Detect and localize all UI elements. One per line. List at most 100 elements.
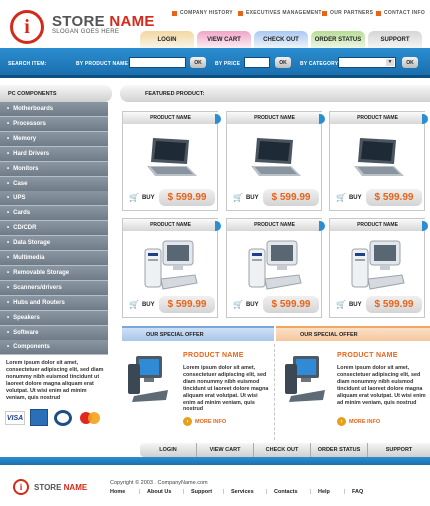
- product-price: $ 599.99: [159, 189, 215, 206]
- sidebar-item[interactable]: • UPS: [0, 191, 108, 207]
- sidebar-item[interactable]: • Data Storage: [0, 236, 108, 252]
- buy-button[interactable]: 🛒 BUY: [129, 300, 155, 309]
- sidebar-item[interactable]: • Multimedia: [0, 251, 108, 266]
- bullet-icon: [172, 10, 177, 16]
- buy-button[interactable]: 🛒 BUY: [336, 193, 362, 202]
- footer-link[interactable]: Help: [318, 489, 330, 495]
- product-card[interactable]: PRODUCT NAME 🛒 BUY $ 599.99: [329, 111, 428, 211]
- cart-icon: 🛒: [129, 300, 139, 309]
- desktop-pc-icon[interactable]: [346, 239, 406, 295]
- product-ok-button[interactable]: OK: [190, 57, 206, 68]
- footer-link[interactable]: Support: [191, 489, 212, 495]
- product-name[interactable]: PRODUCT NAME: [330, 112, 428, 124]
- footer-separator: |: [310, 489, 312, 495]
- bullet-icon: •: [7, 344, 10, 351]
- more-info-link-2[interactable]: › MORE INFO: [337, 417, 380, 426]
- more-info-link-1[interactable]: › MORE INFO: [183, 417, 226, 426]
- price-input[interactable]: [244, 57, 270, 68]
- product-name[interactable]: PRODUCT NAME: [227, 219, 325, 231]
- sidebar-item[interactable]: • Hard Drivers: [0, 146, 108, 162]
- bottom-nav-view-cart[interactable]: VIEW CART: [197, 443, 254, 457]
- desktop-pc-icon[interactable]: [139, 239, 199, 295]
- product-card[interactable]: PRODUCT NAME 🛒 BUY $ 599.99: [122, 218, 221, 318]
- footer-link[interactable]: FAQ: [352, 489, 363, 495]
- sidebar-item-label: Removable Storage: [13, 269, 70, 276]
- sidebar-item[interactable]: • Software: [0, 325, 108, 341]
- sidebar-item[interactable]: • Case: [0, 176, 108, 192]
- tab-support[interactable]: SUPPORT: [368, 31, 422, 48]
- sidebar-item[interactable]: • Memory: [0, 131, 108, 147]
- sidebar-item-label: Processors: [13, 120, 46, 127]
- bullet-icon: •: [7, 255, 10, 261]
- sidebar-item[interactable]: • Components: [0, 340, 108, 356]
- sidebar-item[interactable]: • Cards: [0, 206, 108, 222]
- category-ok-button[interactable]: OK: [402, 57, 418, 68]
- tab-check-out[interactable]: CHECK OUT: [254, 31, 308, 48]
- top-link-company-history[interactable]: COMPANY HISTORY: [172, 10, 233, 16]
- price-ok-button[interactable]: OK: [275, 57, 291, 68]
- top-link-executives[interactable]: EXECUTIVES MANAGEMENT: [238, 10, 322, 16]
- product-name-input[interactable]: [129, 57, 186, 68]
- top-link-contact[interactable]: CONTACT INFO: [376, 10, 425, 16]
- bullet-icon: •: [7, 269, 10, 276]
- offer-product-name-2[interactable]: PRODUCT NAME: [337, 352, 398, 359]
- by-price-label: BY PRICE: [215, 61, 241, 67]
- laptop-icon[interactable]: [350, 136, 406, 182]
- bottom-nav-login[interactable]: LOGIN: [140, 443, 197, 457]
- sidebar-item[interactable]: • Hubs and Routers: [0, 295, 108, 311]
- product-name[interactable]: PRODUCT NAME: [227, 112, 325, 124]
- buy-button[interactable]: 🛒 BUY: [233, 193, 259, 202]
- footer-link[interactable]: About Us: [147, 489, 171, 495]
- tab-login[interactable]: LOGIN: [140, 31, 194, 48]
- bottom-nav-check-out[interactable]: CHECK OUT: [254, 443, 311, 457]
- buy-button[interactable]: 🛒 BUY: [129, 193, 155, 202]
- search-label: SEARCH ITEM:: [8, 61, 47, 67]
- arrow-right-icon: ›: [337, 417, 346, 426]
- logo-icon[interactable]: i: [10, 10, 44, 44]
- product-card[interactable]: PRODUCT NAME 🛒 BUY $ 599.99: [226, 111, 325, 211]
- sidebar-item[interactable]: • Removable Storage: [0, 265, 108, 281]
- footer-store-part1: STORE: [34, 483, 64, 492]
- bottom-nav-order-status[interactable]: ORDER STATUS: [311, 443, 368, 457]
- sidebar-item[interactable]: • Monitors: [0, 161, 108, 177]
- footer-link[interactable]: Services: [231, 489, 254, 495]
- sidebar-item[interactable]: • Motherboards: [0, 102, 108, 117]
- bullet-icon: [322, 10, 327, 16]
- bottom-nav-support[interactable]: SUPPORT: [368, 443, 430, 457]
- category-select[interactable]: ▼: [338, 57, 396, 68]
- buy-button[interactable]: 🛒 BUY: [233, 300, 259, 309]
- sidebar-item[interactable]: • CD/CDR: [0, 221, 108, 237]
- desktop-pc-icon[interactable]: [243, 239, 303, 295]
- bullet-icon: •: [7, 165, 10, 172]
- laptop-icon[interactable]: [247, 136, 303, 182]
- bullet-icon: •: [7, 195, 10, 202]
- sidebar-item-label: Data Storage: [13, 240, 51, 247]
- product-name[interactable]: PRODUCT NAME: [123, 219, 221, 231]
- by-category-label: BY CATEGORY: [300, 61, 339, 67]
- footer-link[interactable]: Home: [110, 489, 125, 495]
- footer-separator: |: [223, 489, 225, 495]
- tab-order-status[interactable]: ORDER STATUS: [311, 31, 365, 48]
- sidebar-item[interactable]: • Processors: [0, 116, 108, 132]
- chevron-down-icon[interactable]: ▼: [386, 59, 394, 66]
- product-card[interactable]: PRODUCT NAME 🛒 BUY $ 599.99: [122, 111, 221, 211]
- laptop-icon[interactable]: [143, 136, 199, 182]
- tab-view-cart[interactable]: VIEW CART: [197, 31, 251, 48]
- top-link-partners[interactable]: OUR PARTNERS: [322, 10, 373, 16]
- offer-product-name-1[interactable]: PRODUCT NAME: [183, 352, 244, 359]
- product-price: $ 599.99: [263, 189, 319, 206]
- offer-divider: [274, 344, 275, 440]
- product-card[interactable]: PRODUCT NAME 🛒 BUY $ 599.99: [226, 218, 325, 318]
- sidebar-item[interactable]: • Scanners/drivers: [0, 280, 108, 296]
- product-name[interactable]: PRODUCT NAME: [330, 219, 428, 231]
- buy-button[interactable]: 🛒 BUY: [336, 300, 362, 309]
- footer-link[interactable]: Contacts: [274, 489, 298, 495]
- footer-logo-icon[interactable]: i: [13, 479, 29, 495]
- buy-label: BUY: [348, 194, 362, 201]
- sidebar-item[interactable]: • Speakers: [0, 310, 108, 326]
- sidebar-text: Lorem ipsum dolor sit amet, consectetuer…: [6, 360, 104, 401]
- more-info-label: MORE INFO: [195, 418, 227, 425]
- product-name[interactable]: PRODUCT NAME: [123, 112, 221, 124]
- product-card[interactable]: PRODUCT NAME 🛒 BUY $ 599.99: [329, 218, 428, 318]
- special-offer-head-1: OUR SPECIAL OFFER: [122, 326, 274, 341]
